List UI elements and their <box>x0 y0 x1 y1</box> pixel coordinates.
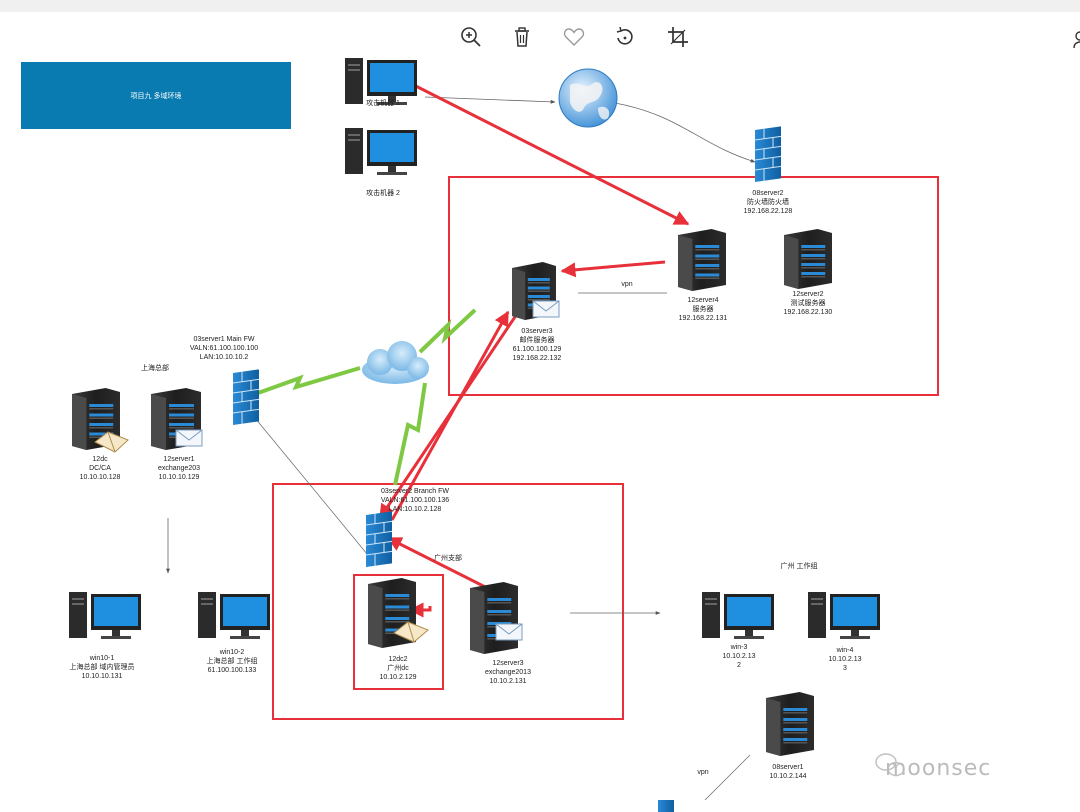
connector-vpn-bottom <box>704 754 751 801</box>
label-12server3: 12server3 exchange2013 10.10.2.131 <box>485 660 531 685</box>
server-icon-12server2 <box>784 229 832 289</box>
label-08server1: 08server1 10.10.2.144 <box>769 764 807 780</box>
firewall-icon-branchfw <box>366 511 392 567</box>
label-attacker1: 攻击机器 1 <box>366 100 400 107</box>
watermark-text: moonsec <box>885 756 992 781</box>
label-mainfw: 03server1 Main FW VALN:61.100.100.100 LAN:… <box>189 336 259 361</box>
server-icon-08server1 <box>766 692 814 756</box>
computer-icon-win10-1 <box>69 592 141 639</box>
label-firewall08: 08server2 防火墙防火墙 192.168.22.128 <box>743 190 793 215</box>
attack-arrow-1 <box>397 75 690 226</box>
label-12server1: 12server1 exchange203 10.10.10.129 <box>157 456 201 481</box>
label-win-3: win-3 10.10.2.13 2 <box>722 644 756 669</box>
label-12server4: 12server4 服务器 192.168.22.131 <box>678 297 728 322</box>
server-icon-12server4 <box>678 229 726 291</box>
mail-icon-12server3 <box>495 623 523 641</box>
label-guangzhou-branch: 广州支部 <box>434 555 462 562</box>
label-03server3: 03server3 邮件服务器 61.100.100.129 192.168.22.1… <box>512 328 562 362</box>
cloud-icon <box>362 341 429 384</box>
label-guangzhou-workgroup: 广州 工作组 <box>780 563 818 570</box>
label-win10-1: win10-1 上海总部 域内管理员 10.10.10.131 <box>69 655 135 680</box>
connector-globe-firewall <box>614 102 756 163</box>
computer-icon-attacker1 <box>345 58 417 105</box>
label-12dc: 12dc DC/CA 10.10.10.128 <box>79 456 121 481</box>
lightning-cloud-dmz <box>418 308 477 354</box>
server-icon-12server3 <box>470 582 518 654</box>
lightning-mainfw-cloud <box>257 366 361 395</box>
mail-icon-03server3 <box>532 300 560 318</box>
label-win-4: win-4 10.10.2.13 3 <box>828 647 862 672</box>
label-branchfw: 03server2 Branch FW VALN:61.100.100.136 LA… <box>380 488 450 513</box>
guangzhou-highlight-box <box>272 483 624 720</box>
label-vpn-top: vpn <box>621 281 633 288</box>
computer-icon-win10-2 <box>198 592 270 639</box>
label-vpn-bottom: vpn <box>697 769 709 776</box>
network-diagram <box>69 58 939 812</box>
firewall-icon-partial <box>658 800 674 812</box>
computer-icon-win-3 <box>702 592 774 639</box>
computer-icon-win-4 <box>808 592 880 639</box>
mail-icon-12server1 <box>175 429 203 447</box>
computer-icon-attacker2 <box>345 128 417 175</box>
attack-arrow-2 <box>560 260 666 278</box>
label-attacker2: 攻击机器 2 <box>366 190 400 197</box>
firewall-icon-mainfw <box>233 369 259 425</box>
firewall-icon-08server2 <box>755 126 781 182</box>
label-win10-2: win10-2 上海总部 工作组 61.100.100.133 <box>206 649 258 674</box>
globe-icon <box>558 68 618 128</box>
label-12dc2: 12dc2 广州dc 10.10.2.129 <box>379 656 417 681</box>
label-shanghai: 上海总部 <box>141 365 169 372</box>
label-12server2: 12server2 测试服务器 192.168.22.130 <box>783 291 833 316</box>
